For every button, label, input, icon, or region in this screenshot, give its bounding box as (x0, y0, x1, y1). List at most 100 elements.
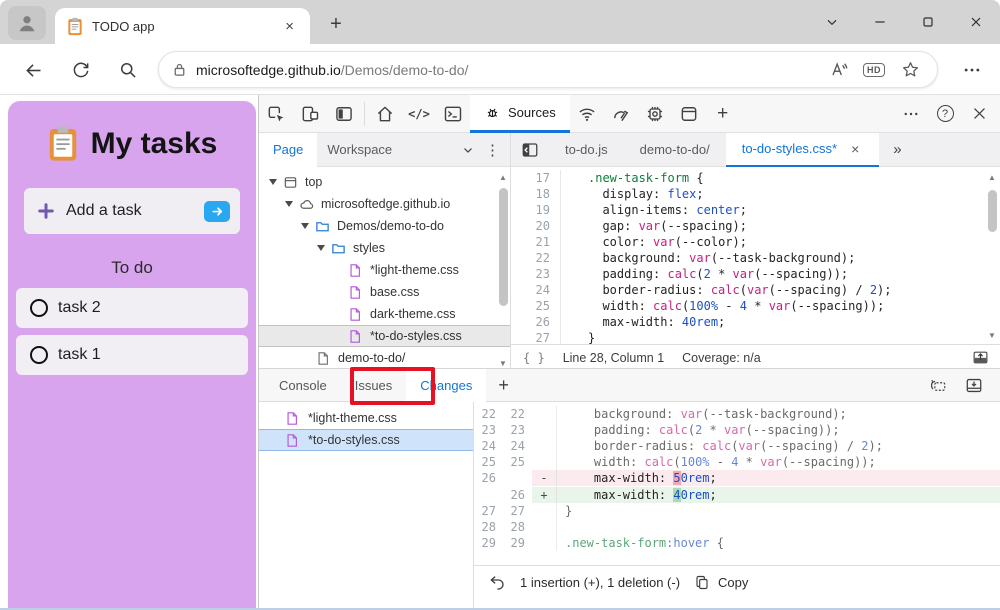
tab-actions-chevron-icon[interactable] (808, 4, 856, 40)
network-tab-icon[interactable] (570, 96, 604, 132)
tree-item[interactable]: *to-do-styles.css (259, 325, 510, 347)
submit-task-button[interactable] (204, 201, 230, 222)
console-tab-icon[interactable] (436, 96, 470, 132)
tab-page[interactable]: Page (259, 133, 317, 167)
add-drawer-tab-icon[interactable]: + (498, 375, 509, 396)
drawer-tab-issues[interactable]: Issues (341, 369, 407, 402)
expander-triangle-icon[interactable] (285, 201, 293, 207)
code-line[interactable]: 21 color: var(--color); (511, 234, 1000, 250)
read-aloud-icon[interactable] (823, 57, 853, 83)
hide-navigator-icon[interactable] (511, 141, 549, 159)
code-line[interactable]: 17.new-task-form { (511, 170, 1000, 186)
new-tab-button[interactable]: + (322, 10, 350, 38)
navigator-kebab-menu-icon[interactable]: ⋮ (485, 141, 500, 159)
code-line[interactable]: 20 gap: var(--spacing); (511, 218, 1000, 234)
device-emulation-icon[interactable] (293, 96, 327, 132)
tree-item[interactable]: Demos/demo-to-do (259, 215, 510, 237)
maximize-button[interactable] (904, 4, 952, 40)
inspect-element-icon[interactable] (259, 96, 293, 132)
tab-sources[interactable]: Sources (470, 95, 570, 133)
scroll-down-icon[interactable]: ▼ (499, 359, 507, 368)
tree-item[interactable]: *light-theme.css (259, 259, 510, 281)
navigator-chevron-down-icon[interactable] (461, 143, 475, 157)
add-devtools-tab-icon[interactable]: + (706, 96, 740, 132)
search-icon[interactable] (114, 56, 142, 84)
close-window-button[interactable] (952, 4, 1000, 40)
application-tab-icon[interactable] (672, 96, 706, 132)
diff-row[interactable]: 2525 width: calc(100% - 4 * var(--spacin… (474, 454, 1000, 470)
editor-tab-to-do-styles-css[interactable]: to-do-styles.css* × (726, 133, 880, 167)
drawer-tab-changes[interactable]: Changes (406, 369, 486, 402)
revert-changes-icon[interactable] (488, 574, 506, 592)
favorites-star-icon[interactable] (895, 57, 925, 83)
diff-view[interactable]: 2222 background: var(--task-background);… (474, 402, 1000, 565)
browser-tab[interactable]: TODO app × (55, 8, 310, 44)
reload-required-icon[interactable] (928, 376, 948, 395)
diff-row[interactable]: 2929.new-task-form:hover { (474, 535, 1000, 551)
editor-scrollbar[interactable]: ▲ ▼ (986, 173, 998, 340)
url-text[interactable]: microsoftedge.github.io/Demos/demo-to-do… (196, 62, 817, 78)
task-item[interactable]: task 2 (16, 288, 248, 328)
tab-workspace[interactable]: Workspace (327, 142, 392, 157)
refresh-button[interactable] (67, 56, 95, 84)
diff-row[interactable]: 2424 border-radius: calc(var(--spacing) … (474, 438, 1000, 454)
tab-close-icon[interactable]: × (281, 17, 298, 36)
memory-tab-icon[interactable] (638, 96, 672, 132)
back-button[interactable] (19, 56, 47, 84)
browser-settings-menu-icon[interactable] (958, 56, 986, 84)
task-checkbox[interactable] (30, 346, 48, 364)
code-line[interactable]: 18 display: flex; (511, 186, 1000, 202)
expander-triangle-icon[interactable] (301, 223, 309, 229)
code-line[interactable]: 27} (511, 330, 1000, 344)
code-line[interactable]: 19 align-items: center; (511, 202, 1000, 218)
diff-row[interactable]: 2222 background: var(--task-background); (474, 406, 1000, 422)
collapse-drawer-icon[interactable] (964, 376, 984, 395)
performance-tab-icon[interactable] (604, 96, 638, 132)
diff-row[interactable]: 2727} (474, 503, 1000, 519)
tree-item[interactable]: styles (259, 237, 510, 259)
copy-button[interactable]: Copy (694, 574, 748, 591)
tree-item[interactable]: demo-to-do/ (259, 347, 510, 369)
tree-item[interactable]: top (259, 171, 510, 193)
scrollbar-thumb[interactable] (988, 190, 997, 232)
diff-row[interactable]: 2828 (474, 519, 1000, 535)
editor-tab-to-do-js[interactable]: to-do.js (549, 133, 624, 167)
elements-tab-icon[interactable]: </> (402, 96, 436, 132)
navigator-scrollbar[interactable]: ▲ ▼ (497, 173, 509, 368)
help-icon[interactable]: ? (928, 96, 962, 132)
changed-file-item[interactable]: *to-do-styles.css (259, 429, 473, 451)
tree-item[interactable]: base.css (259, 281, 510, 303)
more-options-icon[interactable] (894, 96, 928, 132)
code-view[interactable]: 17.new-task-form {18 display: flex;19 al… (511, 167, 1000, 344)
changed-file-item[interactable]: *light-theme.css (259, 407, 473, 429)
code-line[interactable]: 22 background: var(--task-background); (511, 250, 1000, 266)
code-line[interactable]: 23 padding: calc(2 * var(--spacing)); (511, 266, 1000, 282)
more-editor-tabs-icon[interactable]: » (893, 141, 901, 158)
expander-triangle-icon[interactable] (317, 245, 325, 251)
diff-row[interactable]: 26- max-width: 50rem; (474, 470, 1000, 486)
diff-row[interactable]: 26+ max-width: 40rem; (474, 487, 1000, 503)
add-task-label[interactable]: Add a task (66, 202, 204, 220)
editor-tab-demo-to-do[interactable]: demo-to-do/ (624, 133, 726, 167)
tree-item[interactable]: dark-theme.css (259, 303, 510, 325)
pretty-print-braces-icon[interactable]: { } (523, 351, 545, 365)
scroll-down-icon[interactable]: ▼ (988, 331, 996, 340)
scrollbar-thumb[interactable] (499, 188, 508, 306)
hd-badge-icon[interactable]: HD (859, 57, 889, 83)
minimize-button[interactable] (856, 4, 904, 40)
tree-item[interactable]: microsoftedge.github.io (259, 193, 510, 215)
code-line[interactable]: 26 max-width: 40rem; (511, 314, 1000, 330)
task-item[interactable]: task 1 (16, 335, 248, 375)
expander-triangle-icon[interactable] (269, 179, 277, 185)
welcome-home-icon[interactable] (368, 96, 402, 132)
diff-row[interactable]: 2323 padding: calc(2 * var(--spacing)); (474, 422, 1000, 438)
code-line[interactable]: 24 border-radius: calc(var(--spacing) / … (511, 282, 1000, 298)
profile-button[interactable] (8, 6, 46, 40)
scroll-up-icon[interactable]: ▲ (988, 173, 996, 182)
toggle-drawer-icon[interactable] (971, 349, 990, 366)
address-bar[interactable]: microsoftedge.github.io/Demos/demo-to-do… (158, 51, 938, 88)
scroll-up-icon[interactable]: ▲ (499, 173, 507, 182)
drawer-tab-console[interactable]: Console (265, 369, 341, 402)
task-checkbox[interactable] (30, 299, 48, 317)
close-editor-tab-icon[interactable]: × (847, 140, 863, 158)
